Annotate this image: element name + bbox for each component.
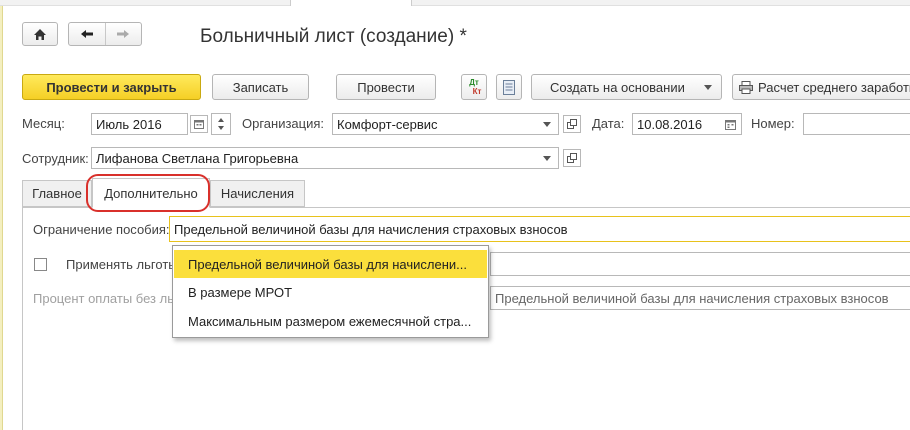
date-calendar-button[interactable] [720,115,740,133]
printer-icon [739,80,753,94]
benefit-limit-label: Ограничение пособия: [33,222,170,237]
post-button[interactable]: Провести [336,74,436,100]
month-spinner[interactable] [211,113,231,135]
calendar-icon [724,119,736,130]
create-based-on-button[interactable]: Создать на основании [531,74,722,100]
employee-label: Сотрудник: [22,151,89,166]
left-edge-bar [0,6,3,430]
month-label: Месяц: [22,116,65,131]
date-label: Дата: [592,116,625,131]
employee-open-button[interactable] [563,149,581,167]
employee-field[interactable]: Лифанова Светлана Григорьевна [91,147,559,169]
organization-label: Организация: [242,116,325,131]
home-button[interactable] [22,22,58,46]
avg-earnings-button[interactable]: Расчет среднего заработка [732,74,910,100]
dropdown-item-mrot[interactable]: В размере МРОТ [174,278,487,306]
apply-benefits-label: Применять льготы [66,257,172,272]
forward-button[interactable] [106,23,142,45]
open-link-icon [567,153,577,163]
benefit-limit-field[interactable]: Предельной величиной базы для начисления… [169,216,910,242]
apply-benefits-field[interactable] [490,252,910,276]
history-nav [68,22,142,46]
save-button[interactable]: Записать [212,74,309,100]
employee-dropdown-icon[interactable] [543,156,551,161]
dropdown-item-max-base[interactable]: Предельной величиной базы для начислени.… [174,250,487,278]
kt-icon-text: Кт [472,87,482,96]
dt-icon-text: Дт [469,78,479,87]
spinner-updown-icon [218,118,224,130]
top-tab-stub [290,0,412,6]
top-window-strip [0,0,910,6]
chevron-down-icon [704,85,712,90]
organization-field[interactable]: Комфорт-сервис [332,113,559,135]
month-field[interactable]: Июль 2016 [91,113,188,135]
dropdown-item-max-monthly[interactable]: Максимальным размером ежемесячной стра..… [174,307,487,335]
benefit-limit-dropdown: Предельной величиной базы для начислени.… [172,245,489,338]
report-button[interactable] [496,74,522,100]
tab-accruals[interactable]: Начисления [210,180,305,207]
arrow-left-icon [80,30,93,38]
tab-main[interactable]: Главное [22,180,92,207]
create-based-on-label: Создать на основании [550,79,685,95]
organization-dropdown-icon[interactable] [543,122,551,127]
apply-benefits-checkbox[interactable] [34,258,47,271]
calendar-icon [194,120,204,129]
percent-limit-field[interactable]: Предельной величиной базы для начисления… [490,286,910,310]
number-label: Номер: [751,116,795,131]
number-field[interactable] [803,113,910,135]
dtkt-button[interactable]: Дт Кт [461,74,487,100]
organization-open-button[interactable] [563,115,581,133]
back-button[interactable] [69,23,106,45]
arrow-right-icon [117,30,130,38]
month-calendar-button[interactable] [190,115,208,133]
open-link-icon [567,119,577,129]
home-icon [34,28,46,40]
page-title: Больничный лист (создание) * [200,26,467,47]
highlight-ring [86,174,210,212]
avg-earnings-label: Расчет среднего заработка [758,79,910,95]
payment-percent-label: Процент оплаты без льгот [33,291,172,306]
report-icon [503,79,515,95]
post-and-close-button[interactable]: Провести и закрыть [22,74,201,100]
